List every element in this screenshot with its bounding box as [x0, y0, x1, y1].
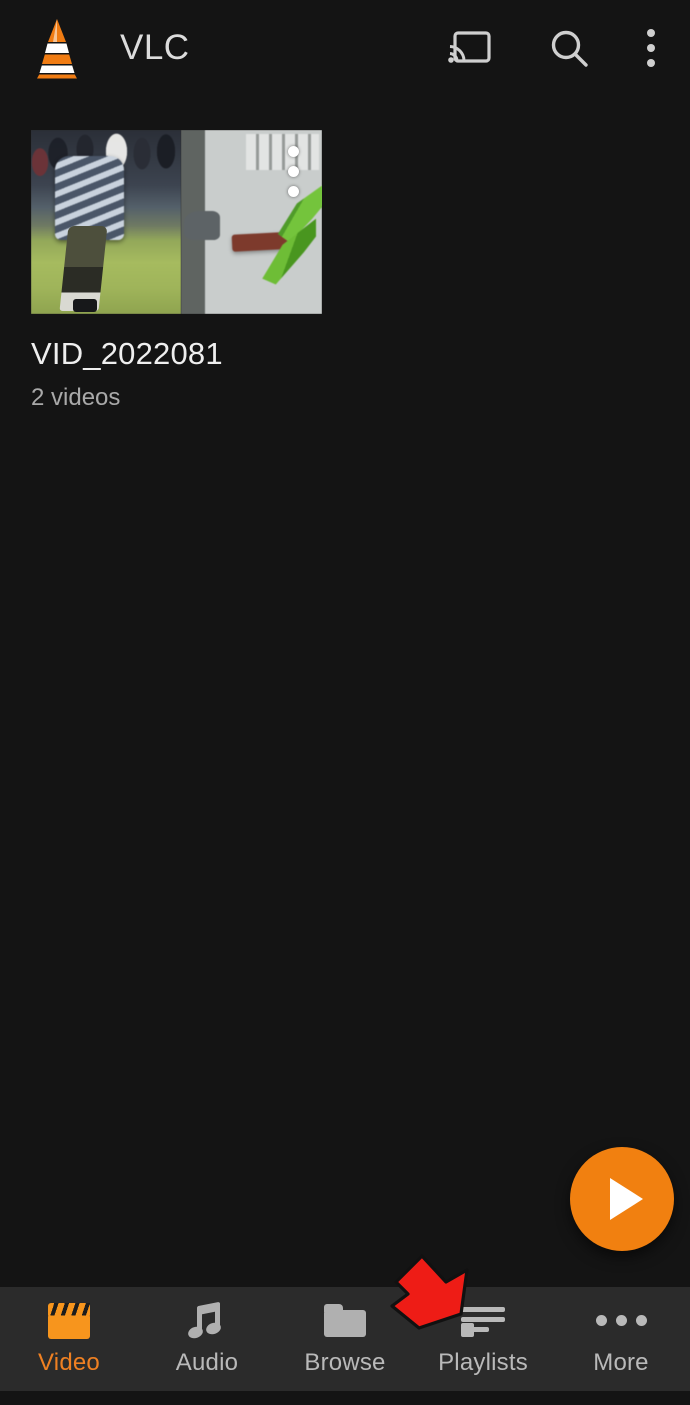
video-title: VID_2022081: [31, 336, 223, 371]
cast-icon[interactable]: [440, 19, 498, 77]
vlc-app-screen: VLC VID_2022081 2 videos Video Audio Bro…: [0, 0, 690, 1405]
thumbnail-overflow-icon[interactable]: [288, 146, 299, 197]
video-card[interactable]: VID_2022081 2 videos: [31, 130, 322, 412]
three-dot-horizontal-icon: [595, 1302, 647, 1340]
nav-label-video: Video: [38, 1348, 100, 1376]
music-note-icon: [186, 1301, 227, 1340]
play-fab-button[interactable]: [570, 1147, 674, 1251]
thumbnail-frame-left: [31, 130, 181, 314]
clapperboard-icon: [48, 1302, 90, 1340]
folder-icon: [324, 1302, 366, 1340]
nav-label-browse: Browse: [304, 1348, 386, 1376]
video-subtitle: 2 videos: [31, 384, 121, 411]
nav-item-video[interactable]: Video: [0, 1287, 138, 1391]
nav-item-more[interactable]: More: [552, 1287, 690, 1391]
search-icon[interactable]: [540, 19, 598, 77]
video-thumbnail[interactable]: [31, 130, 322, 314]
nav-label-more: More: [593, 1348, 649, 1376]
overflow-menu-icon[interactable]: [634, 19, 668, 77]
vlc-cone-icon: [26, 16, 88, 80]
nav-label-playlists: Playlists: [438, 1348, 528, 1376]
app-bar: VLC: [0, 0, 690, 96]
video-grid: VID_2022081 2 videos: [31, 130, 322, 412]
nav-label-audio: Audio: [175, 1348, 239, 1376]
nav-item-playlists[interactable]: Playlists: [414, 1287, 552, 1391]
three-dot-vertical-icon: [647, 29, 655, 67]
bottom-system-strip: [0, 1391, 690, 1405]
app-title: VLC: [120, 28, 190, 67]
playlist-icon: [461, 1302, 505, 1340]
play-triangle-icon: [610, 1178, 643, 1220]
nav-item-audio[interactable]: Audio: [138, 1287, 276, 1391]
nav-item-browse[interactable]: Browse: [276, 1287, 414, 1391]
bottom-navigation-bar: Video Audio Browse Playlists More: [0, 1287, 690, 1391]
thumbnail-frame-right: [181, 130, 322, 314]
